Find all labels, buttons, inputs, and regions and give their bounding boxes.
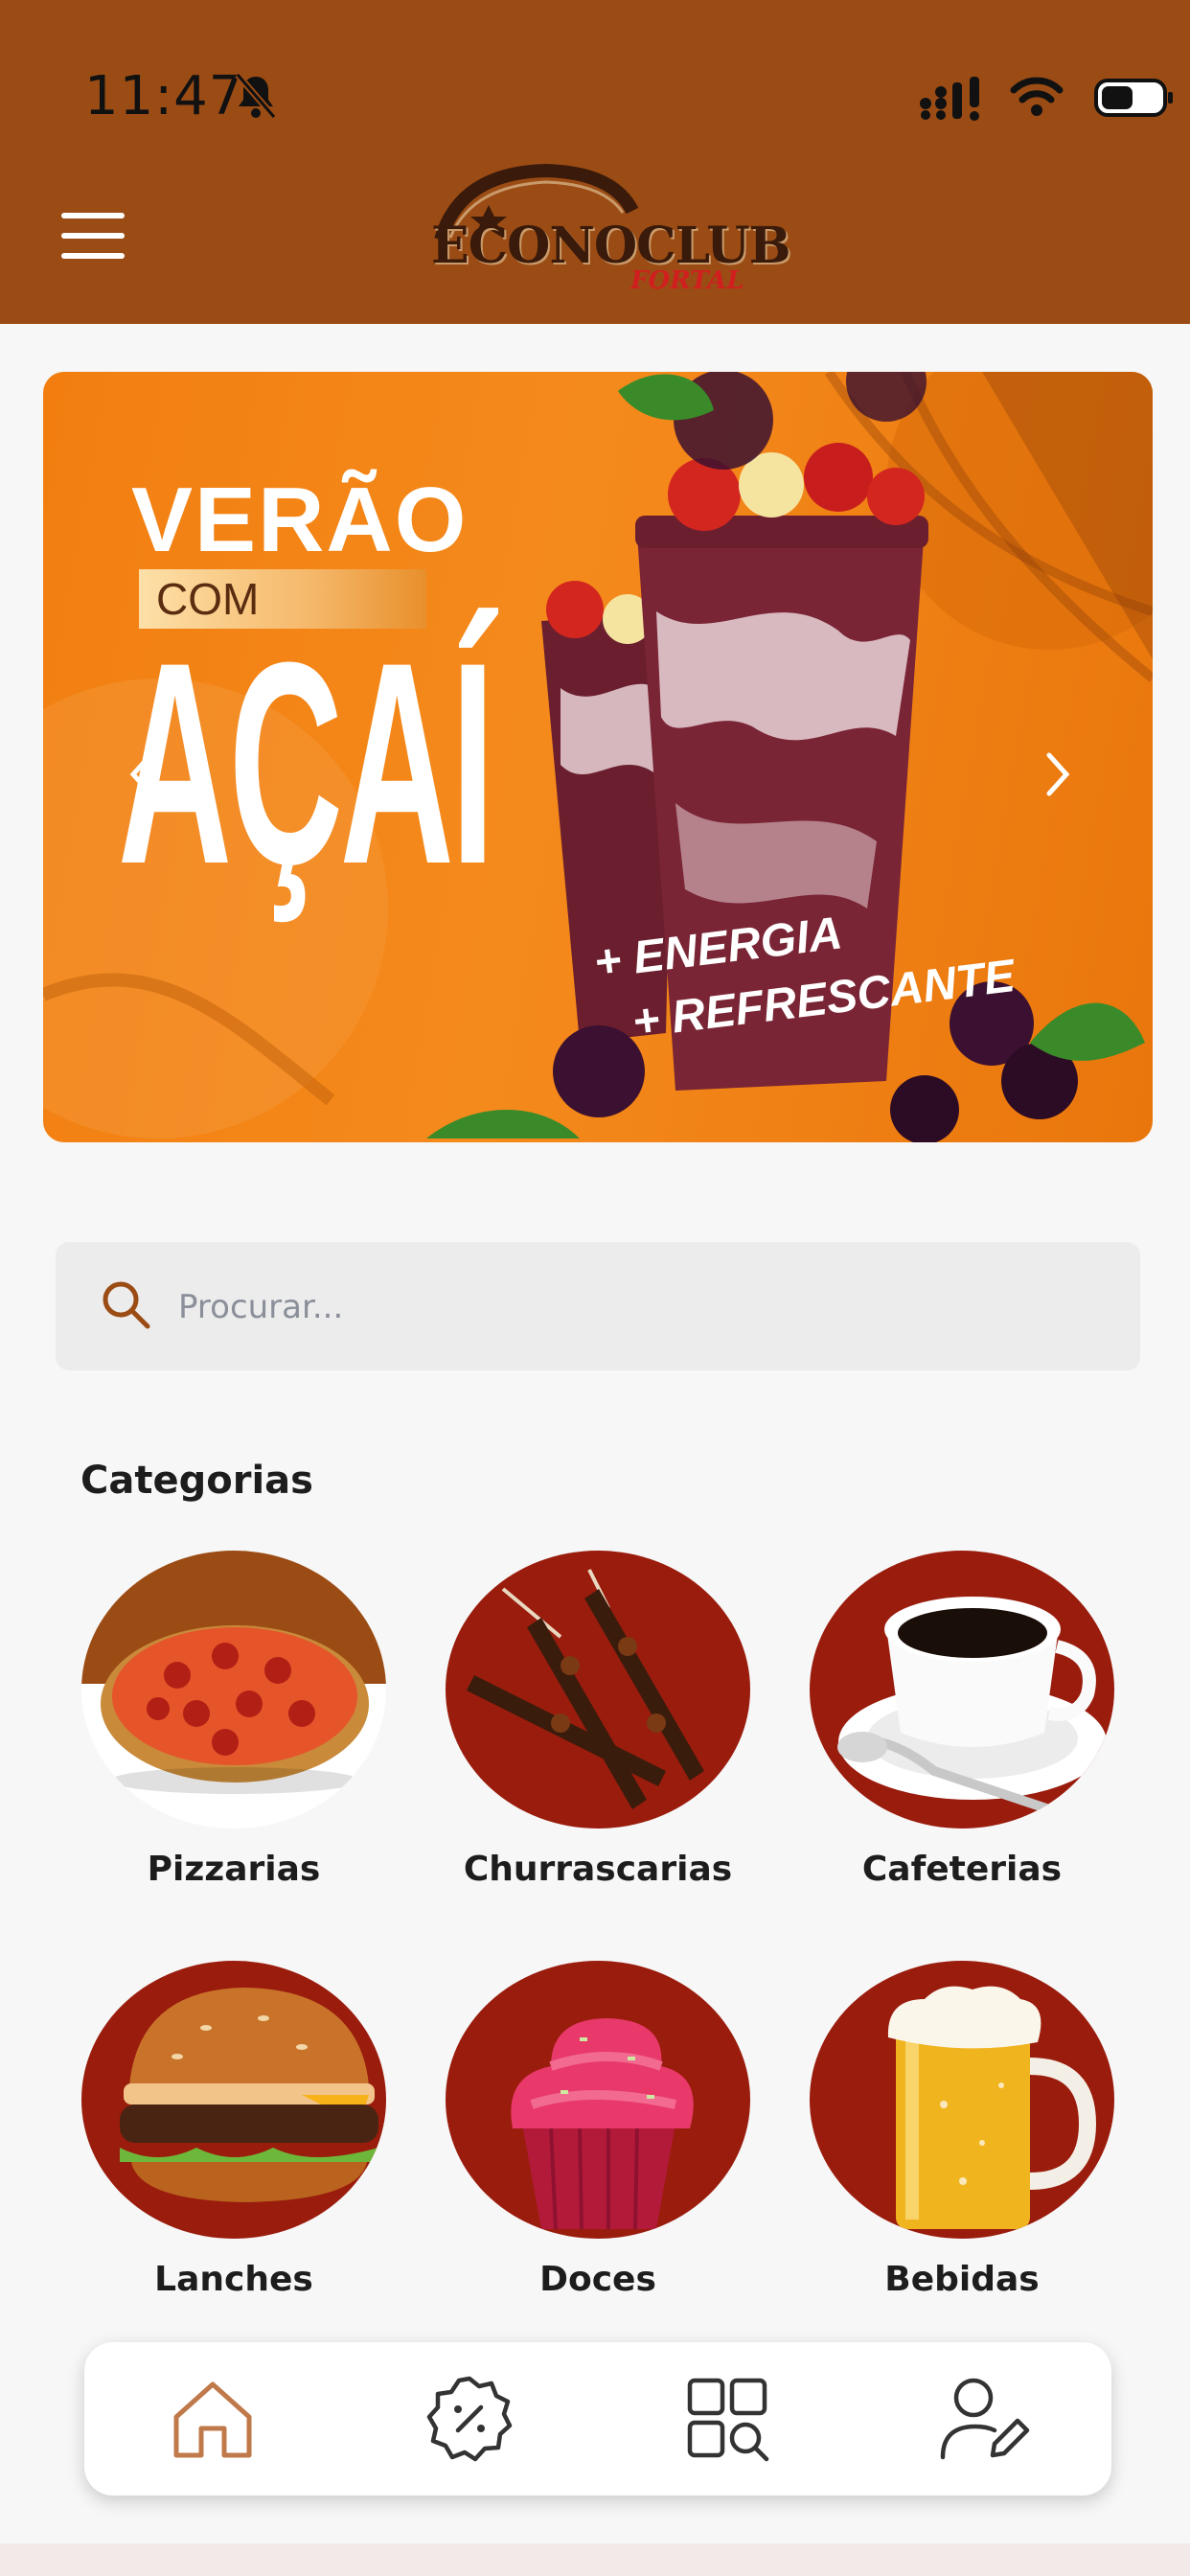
beer-mug-image (810, 1961, 1114, 2239)
category-label: Churrascarias (463, 1850, 733, 1889)
skewers-image (446, 1551, 750, 1828)
bell-muted-icon (235, 72, 277, 120)
battery-icon (1094, 79, 1173, 117)
burger-image (81, 1961, 386, 2239)
coffee-cup-image (810, 1551, 1114, 1828)
logo-subtext: FORTAL (630, 266, 744, 295)
category-churrascarias[interactable]: Churrascarias (445, 1551, 751, 1889)
search-icon (103, 1281, 150, 1329)
category-search-icon[interactable] (678, 2371, 774, 2467)
category-label: Doces (539, 2260, 656, 2299)
pizza-image (81, 1551, 386, 1828)
wifi-icon (1010, 77, 1064, 116)
chevron-left-icon[interactable] (122, 746, 160, 803)
search-bar[interactable] (56, 1242, 1140, 1370)
discount-badge-icon[interactable] (422, 2371, 517, 2467)
banner-headline-verao: VERÃO (131, 469, 469, 571)
home-indicator-area (0, 2543, 1190, 2576)
bottom-navigation (84, 2342, 1111, 2496)
category-cafeterias[interactable]: Cafeterias (809, 1551, 1115, 1889)
category-bebidas[interactable]: Bebidas (809, 1961, 1115, 2299)
status-time: 11:47 (84, 65, 244, 127)
user-edit-icon[interactable] (935, 2371, 1031, 2467)
category-pizzarias[interactable]: Pizzarias (80, 1551, 387, 1889)
category-doces[interactable]: Doces (445, 1961, 751, 2299)
category-label: Lanches (154, 2260, 313, 2299)
cupcake-image (446, 1961, 750, 2239)
categories-title: Categorias (80, 1459, 313, 1503)
hamburger-menu-button[interactable] (61, 209, 126, 263)
category-label: Cafeterias (861, 1850, 1063, 1889)
category-label: Bebidas (884, 2260, 1040, 2299)
category-lanches[interactable]: Lanches (80, 1961, 387, 2299)
cellular-signal-icon (920, 77, 979, 121)
chevron-right-icon[interactable] (1040, 746, 1078, 803)
banner-headline-acai: AÇAÍ (118, 602, 494, 924)
econoclub-logo: ECONOCLUB FORTAL (422, 163, 791, 307)
promo-banner-carousel[interactable]: VERÃO COM AÇAÍ + ENERGIA + REFRESCANTE (43, 372, 1153, 1142)
search-input[interactable] (176, 1271, 1100, 1344)
category-label: Pizzarias (147, 1850, 321, 1889)
home-icon[interactable] (165, 2371, 261, 2467)
